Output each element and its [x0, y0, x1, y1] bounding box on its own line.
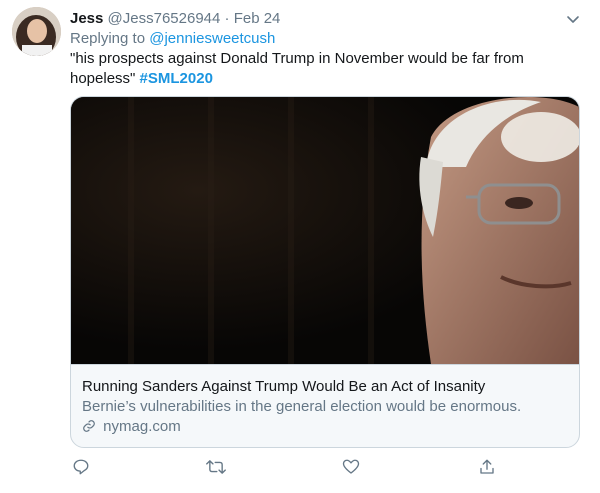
retweet-icon	[206, 460, 226, 474]
author-handle[interactable]: @Jess76526944	[108, 10, 221, 27]
tweet-actions	[70, 456, 500, 478]
chevron-down-icon[interactable]	[565, 11, 581, 27]
share-icon	[480, 459, 494, 474]
link-card[interactable]: Running Sanders Against Trump Would Be a…	[70, 96, 580, 448]
card-description: Bernie’s vulnerabilities in the general …	[82, 398, 522, 415]
card-domain: nymag.com	[82, 417, 181, 437]
replying-handle-link[interactable]: @jenniesweetcush	[149, 30, 275, 47]
replying-prefix: Replying to	[70, 30, 146, 47]
author-name[interactable]: Jess	[70, 10, 103, 27]
card-image[interactable]	[71, 97, 579, 364]
separator: ·	[224, 10, 230, 27]
retweet-button[interactable]	[205, 456, 227, 478]
like-button[interactable]	[340, 456, 362, 478]
tweet-body: "his prospects against Donald Trump in N…	[70, 50, 524, 87]
card-domain-text: nymag.com	[103, 418, 181, 435]
tweet-date[interactable]: Feb 24	[234, 10, 281, 27]
replying-to: Replying to @jenniesweetcush	[70, 29, 275, 49]
link-icon	[83, 420, 95, 432]
card-body[interactable]: Running Sanders Against Trump Would Be a…	[71, 364, 579, 447]
reply-button[interactable]	[70, 456, 92, 478]
hashtag-link[interactable]: #SML2020	[140, 70, 213, 87]
card-title: Running Sanders Against Trump Would Be a…	[82, 378, 486, 395]
reply-icon	[73, 459, 89, 475]
heart-icon	[342, 459, 360, 474]
share-button[interactable]	[476, 456, 498, 478]
tweet[interactable]: Jess @Jess76526944 · Feb 24 Replying to …	[0, 0, 600, 493]
tweet-text: "his prospects against Donald Trump in N…	[70, 49, 570, 89]
avatar[interactable]	[12, 7, 61, 56]
tweet-header: Jess @Jess76526944 · Feb 24	[70, 9, 280, 29]
